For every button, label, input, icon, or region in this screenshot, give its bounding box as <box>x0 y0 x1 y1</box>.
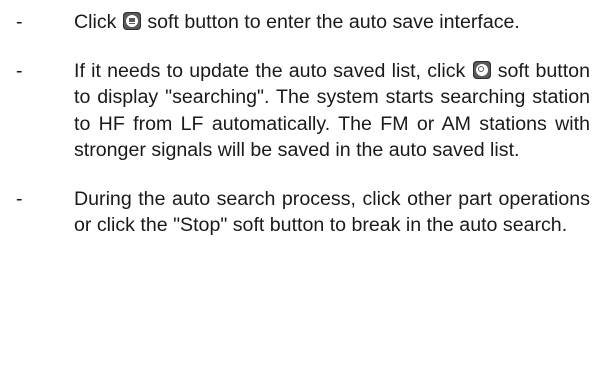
bullet-dash: - <box>16 11 23 33</box>
list-item: - If it needs to update the auto saved l… <box>0 58 602 164</box>
item-text-before-icon: If it needs to update the auto saved lis… <box>74 59 466 82</box>
search-icon <box>472 60 491 79</box>
list-item: - During the auto search process, click … <box>0 186 602 239</box>
list-item: - Click soft button to enter the auto sa… <box>0 9 602 36</box>
item-text-before-icon: Click <box>74 11 117 33</box>
item-text-after-icon: soft button to enter the auto save inter… <box>147 11 520 33</box>
manual-page: - Click soft button to enter the auto sa… <box>0 0 602 375</box>
bullet-dash: - <box>16 59 23 82</box>
list-icon <box>122 12 141 30</box>
item-text: During the auto search process, click ot… <box>74 187 590 237</box>
bullet-dash: - <box>16 187 23 210</box>
